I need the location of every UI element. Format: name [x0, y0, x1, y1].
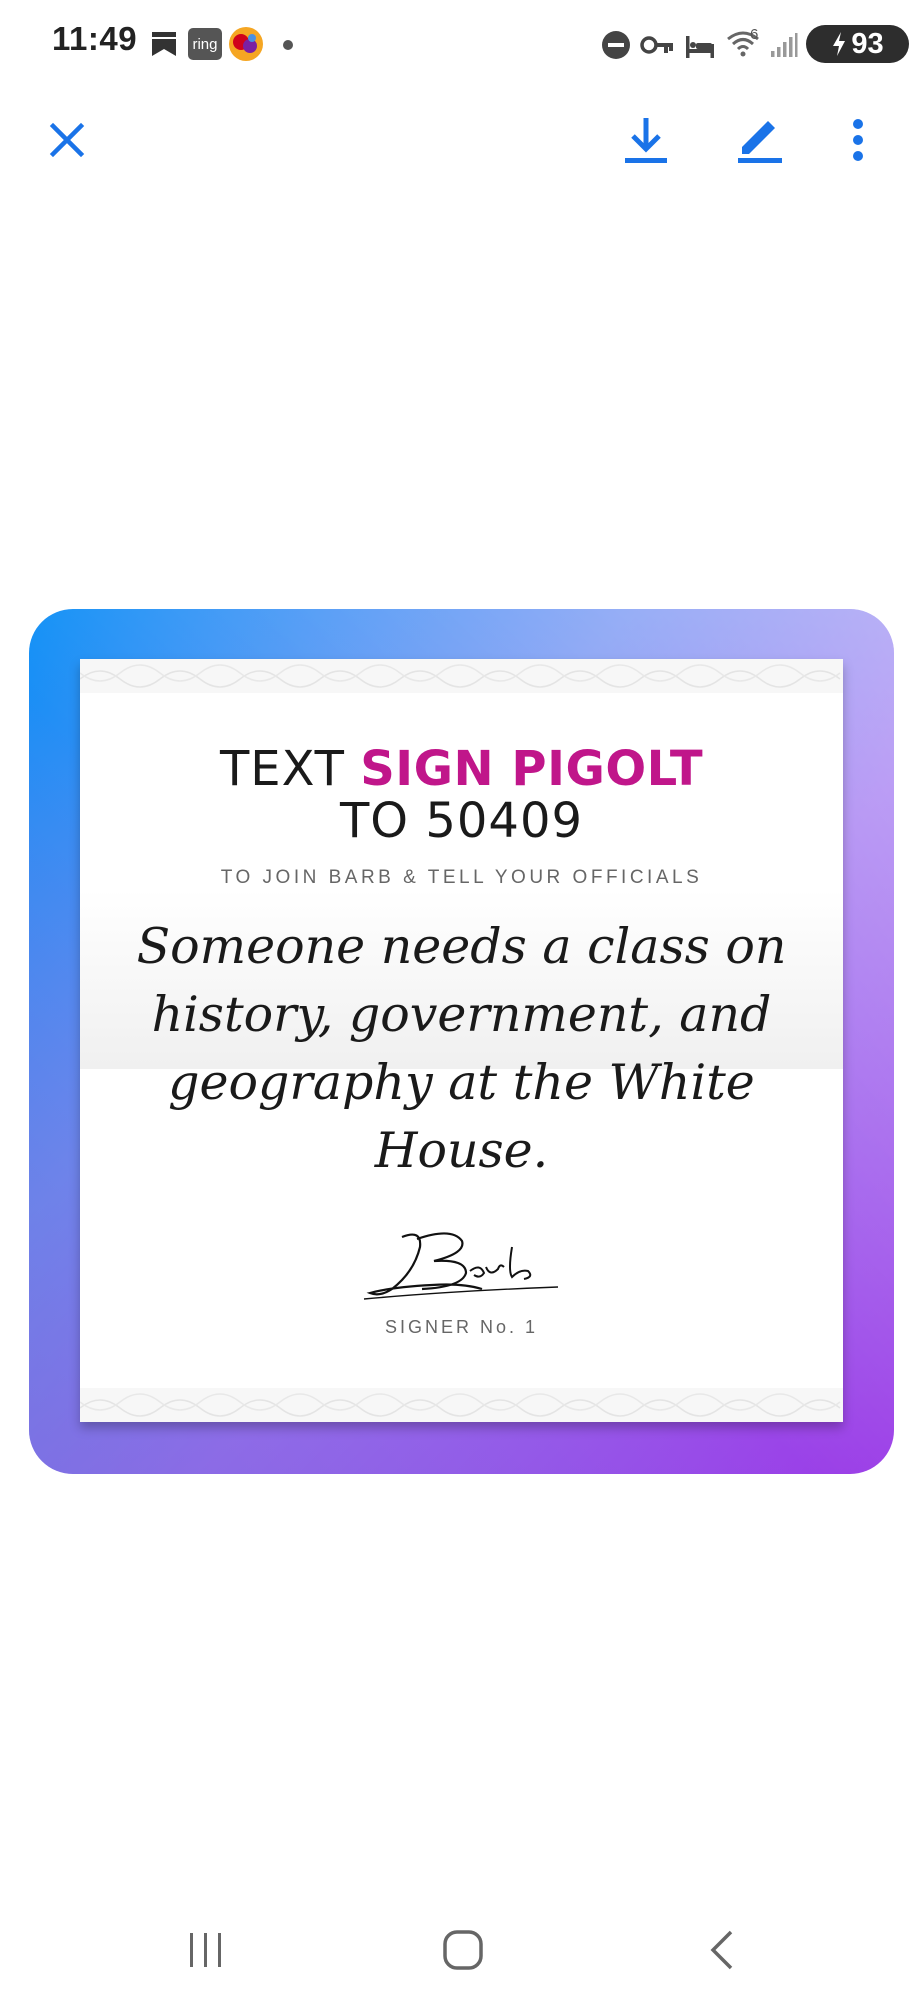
edit-pen-icon	[738, 121, 782, 163]
download-button[interactable]	[614, 100, 678, 180]
signer-label: SIGNER No. 1	[384, 1317, 539, 1337]
close-icon	[49, 122, 85, 158]
card-subline: TO JOIN BARB & TELL YOUR OFFICIALS	[220, 867, 703, 888]
charging-bolt-icon	[833, 32, 846, 56]
guilloche-border-bottom	[80, 1388, 843, 1422]
back-icon	[710, 1930, 733, 1970]
headline-accent: SIGN PIGOLT	[360, 741, 704, 797]
edit-button[interactable]	[728, 100, 792, 180]
ring-app-icon: ring	[188, 28, 222, 60]
home-button[interactable]	[423, 1920, 503, 1980]
signal-icon	[770, 32, 798, 63]
headline-prefix: TEXT	[219, 741, 345, 797]
card-headline: TEXT SIGN PIGOLT TO 50409	[80, 743, 843, 847]
status-bar: 11:49 ring 6 93	[0, 0, 923, 88]
close-button[interactable]	[35, 100, 99, 180]
vpn-key-icon	[640, 34, 674, 61]
do-not-disturb-icon	[601, 30, 631, 65]
home-icon	[443, 1930, 483, 1970]
headline-line2: TO 50409	[339, 793, 584, 849]
sleep-bed-icon	[684, 32, 716, 65]
back-button[interactable]	[682, 1920, 762, 1980]
battery-indicator: 93	[806, 25, 909, 63]
wifi-generation-badge: 6	[750, 26, 759, 43]
recent-apps-icon	[190, 1933, 221, 1967]
system-navigation-bar	[0, 1900, 923, 2000]
more-options-button[interactable]	[826, 100, 890, 180]
download-icon	[625, 118, 667, 163]
signature-graphic	[363, 1232, 559, 1300]
status-time: 11:49	[52, 20, 138, 57]
battery-level: 93	[851, 27, 884, 60]
more-notifications-dot-icon	[282, 38, 294, 56]
ring-app-label: ring	[192, 35, 218, 53]
top-app-bar	[0, 100, 923, 180]
card-quote: Someone needs a class on history, govern…	[136, 918, 787, 1179]
image-viewer-screen: 11:49 ring 6 93 TEXT SIGN PIGOLT TO 5040…	[0, 0, 923, 2000]
guilloche-border-top	[80, 659, 843, 693]
game-app-icon	[228, 26, 264, 67]
recent-apps-button[interactable]	[166, 1920, 246, 1980]
petition-card: TEXT SIGN PIGOLT TO 50409 TO JOIN BARB &…	[80, 659, 843, 1422]
bookmark-notification-icon	[150, 30, 178, 63]
more-vert-icon	[853, 119, 863, 161]
